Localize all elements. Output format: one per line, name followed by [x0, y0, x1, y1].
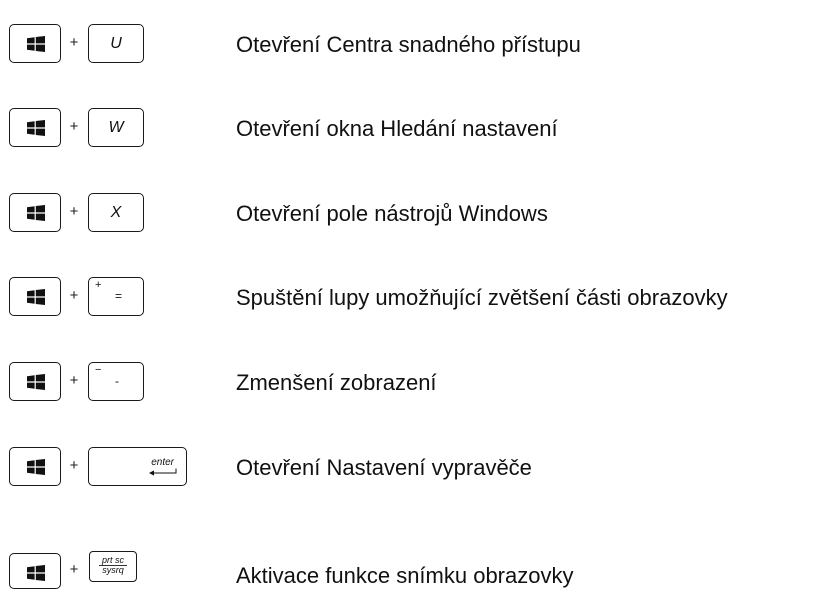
shortcut-row-zoom-out: + − - Zmenšení zobrazení	[0, 362, 821, 406]
windows-logo-icon	[27, 374, 45, 390]
windows-key	[9, 193, 61, 232]
letter-key-w: W	[88, 108, 144, 147]
key-label: enter	[151, 457, 174, 468]
plus-sign: +	[69, 118, 79, 135]
windows-key	[9, 277, 61, 316]
plus-sign: +	[69, 457, 79, 474]
shortcut-row-x: + X Otevření pole nástrojů Windows	[0, 193, 821, 237]
windows-key	[9, 447, 61, 486]
plus-sign: +	[69, 561, 79, 578]
key-main-label: -	[115, 374, 119, 388]
key-label: W	[108, 119, 124, 136]
letter-key-u: U	[88, 24, 144, 63]
letter-key-x: X	[88, 193, 144, 232]
enter-arrow-icon	[149, 468, 177, 476]
enter-key: enter	[88, 447, 187, 486]
shortcut-row-print-screen: + prt sc sysrq Aktivace funkce snímku ob…	[0, 545, 821, 589]
shortcut-row-zoom-in: + + = Spuštění lupy umožňující zvětšení …	[0, 277, 821, 321]
shortcut-description: Otevření okna Hledání nastavení	[236, 116, 558, 141]
windows-logo-icon	[27, 205, 45, 221]
key-label: X	[110, 204, 122, 221]
shortcut-description: Otevření Nastavení vypravěče	[236, 455, 532, 480]
shortcut-description: Spuštění lupy umožňující zvětšení části …	[236, 285, 728, 310]
key-top-label: prt sc	[101, 555, 124, 565]
shortcut-row-u: + U Otevření Centra snadného přístupu	[0, 24, 821, 68]
key-bottom-label: sysrq	[102, 565, 124, 575]
windows-logo-icon	[27, 120, 45, 136]
shortcut-description: Otevření Centra snadného přístupu	[236, 32, 581, 57]
key-label: U	[110, 35, 122, 52]
key-main-label: =	[115, 289, 123, 303]
plus-equals-key: + =	[88, 277, 144, 316]
shortcut-description: Aktivace funkce snímku obrazovky	[236, 563, 574, 588]
windows-logo-icon	[27, 565, 45, 581]
shortcut-row-enter: + enter Otevření Nastavení vypravěče	[0, 447, 821, 491]
print-screen-key: prt sc sysrq	[89, 551, 137, 582]
windows-key	[9, 108, 61, 147]
windows-logo-icon	[27, 36, 45, 52]
windows-logo-icon	[27, 459, 45, 475]
plus-sign: +	[69, 372, 79, 389]
key-top-label: −	[95, 364, 102, 376]
shortcut-description: Zmenšení zobrazení	[236, 370, 437, 395]
shortcut-description: Otevření pole nástrojů Windows	[236, 201, 548, 226]
plus-sign: +	[69, 203, 79, 220]
minus-key: − -	[88, 362, 144, 401]
windows-key	[9, 553, 61, 589]
windows-logo-icon	[27, 289, 45, 305]
key-top-label: +	[95, 279, 102, 291]
shortcut-row-w: + W Otevření okna Hledání nastavení	[0, 108, 821, 152]
windows-key	[9, 362, 61, 401]
plus-sign: +	[69, 34, 79, 51]
windows-key	[9, 24, 61, 63]
plus-sign: +	[69, 287, 79, 304]
